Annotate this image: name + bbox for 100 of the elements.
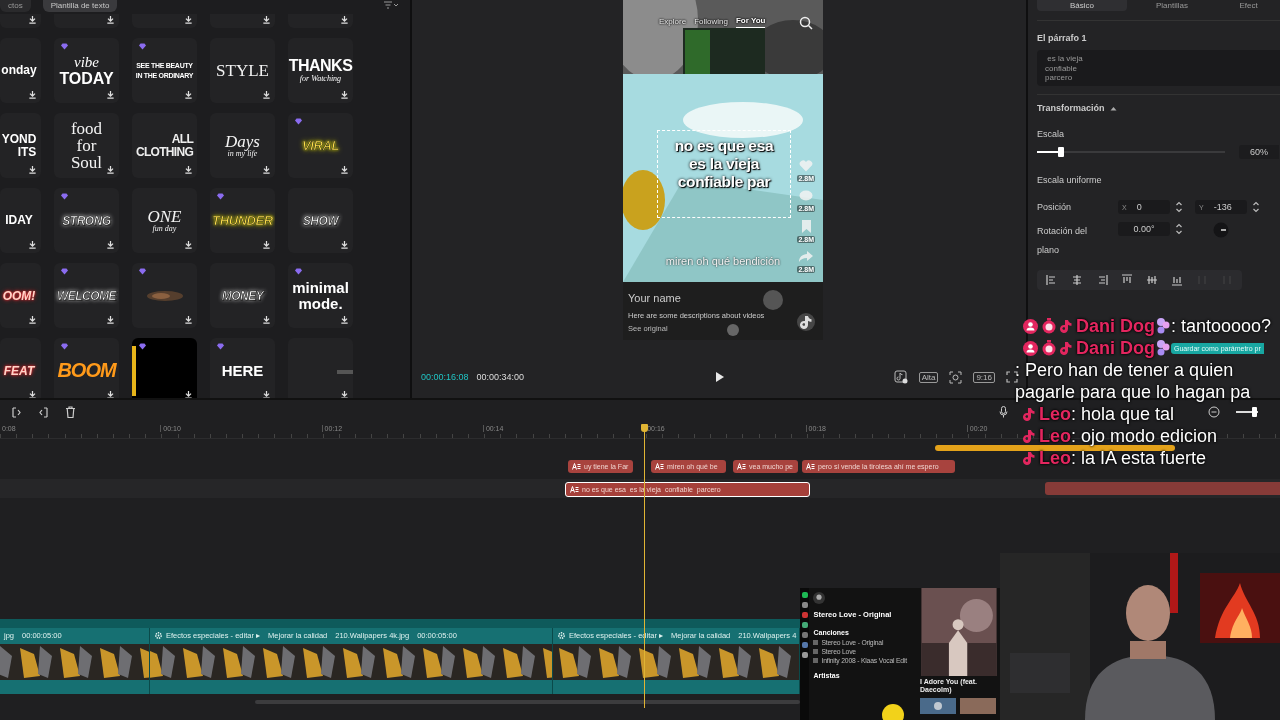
download-icon[interactable]: [340, 15, 349, 24]
download-icon[interactable]: [340, 240, 349, 249]
download-icon[interactable]: [262, 315, 271, 324]
quality-button[interactable]: Alta: [918, 371, 939, 383]
download-icon[interactable]: [262, 390, 271, 398]
download-icon[interactable]: [262, 240, 271, 249]
download-icon[interactable]: [184, 240, 193, 249]
template-card[interactable]: Days in my life: [210, 113, 275, 178]
download-icon[interactable]: [106, 165, 115, 174]
focus-icon[interactable]: [949, 370, 963, 384]
template-card[interactable]: ALL CLOTHING: [132, 113, 197, 178]
rotation-dial-icon[interactable]: [1213, 222, 1229, 238]
align-icon[interactable]: [1071, 274, 1083, 286]
download-icon[interactable]: [340, 315, 349, 324]
play-icon[interactable]: [714, 371, 725, 383]
template-card[interactable]: STYLE: [210, 38, 275, 103]
download-icon[interactable]: [28, 15, 37, 24]
template-card[interactable]: SHOW: [288, 188, 353, 253]
download-icon[interactable]: [340, 390, 349, 398]
stepper-icon[interactable]: [1175, 222, 1183, 236]
download-icon[interactable]: [106, 315, 115, 324]
download-icon[interactable]: [106, 15, 115, 24]
split-left-icon[interactable]: [11, 406, 22, 418]
username[interactable]: Dani Dog: [1076, 316, 1155, 336]
align-icon[interactable]: [1096, 274, 1108, 286]
scale-value-field[interactable]: 60%: [1239, 145, 1279, 159]
template-card[interactable]: STRONG: [54, 188, 119, 253]
template-card[interactable]: OOM!: [0, 263, 41, 328]
template-card[interactable]: onday: [0, 38, 41, 103]
tab[interactable]: Efect: [1217, 0, 1280, 11]
align-icon[interactable]: [1046, 274, 1058, 286]
playhead[interactable]: [641, 424, 648, 432]
split-right-icon[interactable]: [38, 406, 49, 418]
stepper-icon[interactable]: [1175, 200, 1183, 214]
template-card[interactable]: [54, 14, 119, 28]
template-card[interactable]: THUNDER: [210, 188, 275, 253]
rotation-field[interactable]: 0.00°: [1118, 222, 1170, 236]
delete-icon[interactable]: [65, 406, 76, 418]
download-icon[interactable]: [28, 165, 37, 174]
template-card[interactable]: MONEY: [210, 263, 275, 328]
stepper-icon[interactable]: [1252, 200, 1260, 214]
tab[interactable]: Plantilla de texto: [42, 0, 118, 12]
download-icon[interactable]: [262, 90, 271, 99]
audio-clip[interactable]: [935, 445, 1175, 451]
slider-thumb[interactable]: [1058, 147, 1065, 157]
template-card[interactable]: food for Soul: [54, 113, 119, 178]
download-icon[interactable]: [184, 15, 193, 24]
slider-thumb[interactable]: [1251, 407, 1257, 417]
download-icon[interactable]: [106, 390, 115, 398]
template-card[interactable]: WELCOME: [54, 263, 119, 328]
filter-icon[interactable]: [384, 1, 398, 9]
section-title[interactable]: Transformación: [1037, 103, 1105, 113]
music-check-icon[interactable]: [893, 370, 908, 384]
tab[interactable]: ctos: [0, 0, 31, 12]
template-card[interactable]: minimal mode.: [288, 263, 353, 328]
download-icon[interactable]: [184, 315, 193, 324]
ratio-button[interactable]: 9:16: [973, 371, 995, 383]
align-icon[interactable]: [1121, 274, 1133, 286]
download-icon[interactable]: [106, 240, 115, 249]
search-icon[interactable]: [799, 16, 813, 30]
feed-tab[interactable]: For You: [735, 16, 766, 28]
download-icon[interactable]: [28, 240, 37, 249]
template-card[interactable]: VIRAL: [288, 113, 353, 178]
template-card[interactable]: [288, 14, 353, 28]
download-icon[interactable]: [184, 90, 193, 99]
download-icon[interactable]: [106, 90, 115, 99]
template-card[interactable]: YOND ITS: [0, 113, 41, 178]
username[interactable]: Leo: [1039, 404, 1071, 424]
template-card[interactable]: HERE: [210, 338, 275, 398]
template-card[interactable]: IDAY: [0, 188, 41, 253]
template-card[interactable]: [210, 14, 275, 28]
username[interactable]: Leo: [1039, 426, 1071, 446]
username[interactable]: Leo: [1039, 448, 1071, 468]
tab[interactable]: Plantillas: [1127, 0, 1217, 11]
download-icon[interactable]: [184, 390, 193, 398]
download-icon[interactable]: [28, 90, 37, 99]
template-card[interactable]: FEAT: [0, 338, 41, 398]
download-icon[interactable]: [340, 165, 349, 174]
feed-tab[interactable]: Following: [694, 16, 728, 28]
download-icon[interactable]: [28, 315, 37, 324]
download-icon[interactable]: [28, 390, 37, 398]
caret-icon[interactable]: [1109, 105, 1117, 111]
align-icon[interactable]: [1171, 274, 1183, 286]
paragraph-text-field[interactable]: es la vieja confiable parcero: [1037, 50, 1280, 86]
faded-text-clip[interactable]: [1045, 482, 1280, 495]
zoom-out-icon[interactable]: [1208, 406, 1220, 418]
template-card[interactable]: [132, 14, 197, 28]
microphone-icon[interactable]: [999, 406, 1008, 418]
tab[interactable]: Básico: [1037, 0, 1127, 11]
template-card[interactable]: vibe TODAY: [54, 38, 119, 103]
download-icon[interactable]: [184, 165, 193, 174]
download-icon[interactable]: [262, 15, 271, 24]
template-card[interactable]: [0, 14, 41, 28]
download-icon[interactable]: [262, 165, 271, 174]
template-card[interactable]: [132, 338, 197, 398]
template-card[interactable]: BOOM: [54, 338, 119, 398]
align-icon[interactable]: [1146, 274, 1158, 286]
fullscreen-icon[interactable]: [1006, 371, 1018, 383]
template-card[interactable]: ONE fun day: [132, 188, 197, 253]
download-icon[interactable]: [340, 90, 349, 99]
